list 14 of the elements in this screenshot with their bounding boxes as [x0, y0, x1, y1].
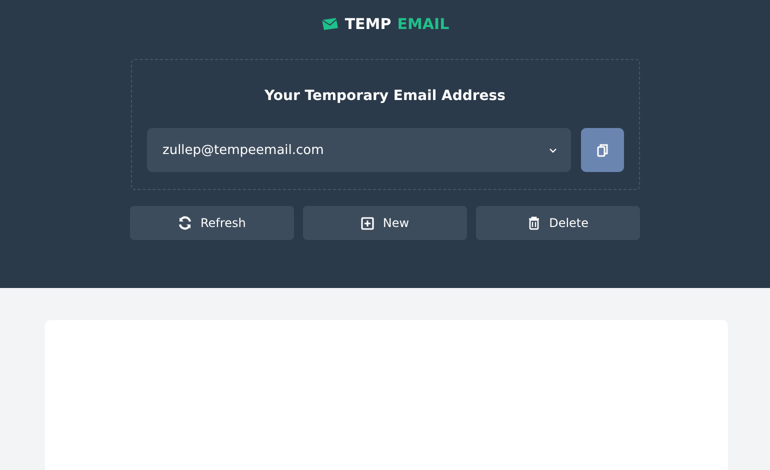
delete-button[interactable]: Delete: [476, 206, 640, 240]
email-select[interactable]: zullep@tempeemail.com: [146, 128, 570, 172]
panel-title: Your Temporary Email Address: [264, 88, 506, 104]
envelope-icon: [320, 17, 339, 31]
logo-text: EMAIL: [397, 15, 450, 33]
chevron-down-icon: [548, 148, 556, 152]
trash-icon: [528, 216, 540, 230]
logo-text: TEMP: [344, 15, 392, 33]
new-button[interactable]: New: [302, 206, 468, 240]
plus-square-icon: [360, 216, 374, 230]
copy-icon: [596, 144, 608, 156]
copy-button[interactable]: [580, 128, 624, 172]
refresh-button[interactable]: Refresh: [130, 206, 294, 240]
refresh-icon: [178, 216, 192, 230]
